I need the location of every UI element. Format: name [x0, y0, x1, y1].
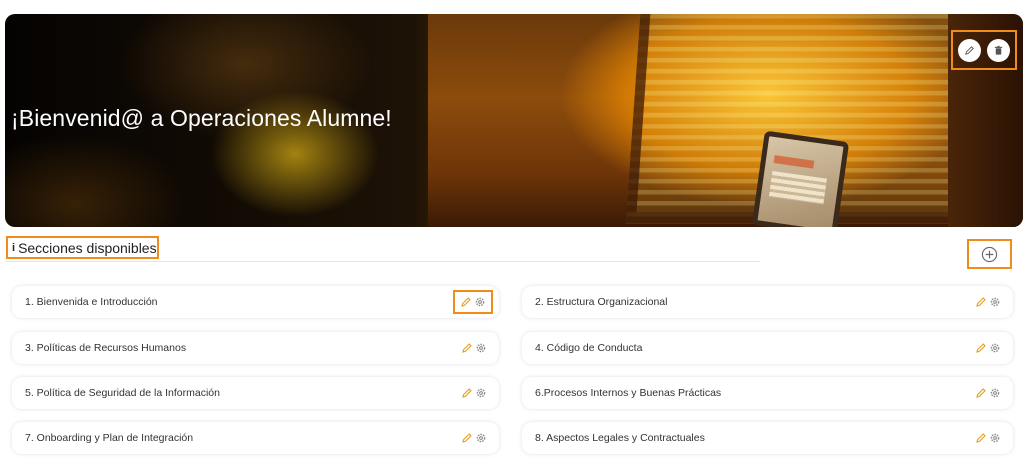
gear-icon[interactable] — [475, 342, 487, 354]
pencil-icon[interactable] — [461, 387, 473, 399]
plus-circle-icon — [981, 246, 998, 262]
section-card-1[interactable]: 1. Bienvenida e Introducción — [12, 286, 499, 318]
section-card-actions — [975, 296, 1001, 308]
section-card-actions — [461, 432, 487, 444]
section-card-label: 2. Estructura Organizacional — [535, 296, 668, 308]
section-card-label: 5. Política de Seguridad de la Informaci… — [25, 387, 220, 399]
add-section-button[interactable] — [967, 239, 1012, 269]
section-card-actions — [461, 342, 487, 354]
section-card-8[interactable]: 8. Aspectos Legales y Contractuales — [522, 422, 1013, 454]
sections-header: i Secciones disponibles — [6, 236, 159, 259]
gear-icon[interactable] — [475, 432, 487, 444]
edit-banner-button[interactable] — [958, 38, 981, 62]
pencil-icon[interactable] — [975, 387, 987, 399]
section-card-3[interactable]: 3. Políticas de Recursos Humanos — [12, 332, 499, 364]
pencil-icon[interactable] — [460, 296, 472, 308]
hero-image-right — [428, 14, 1023, 227]
hero-laptop-image — [751, 130, 850, 227]
gear-icon[interactable] — [989, 342, 1001, 354]
gear-icon[interactable] — [475, 387, 487, 399]
gear-icon[interactable] — [989, 432, 1001, 444]
hero-banner: ¡Bienvenid@ a Operaciones Alumne! — [5, 14, 1023, 227]
hero-title: ¡Bienvenid@ a Operaciones Alumne! — [11, 105, 392, 131]
pencil-icon[interactable] — [975, 432, 987, 444]
delete-banner-button[interactable] — [987, 38, 1010, 62]
section-card-label: 8. Aspectos Legales y Contractuales — [535, 432, 705, 444]
info-icon: i — [12, 241, 16, 254]
section-card-6[interactable]: 6.Procesos Internos y Buenas Prácticas — [522, 377, 1013, 409]
section-card-5[interactable]: 5. Política de Seguridad de la Informaci… — [12, 377, 499, 409]
trash-icon — [994, 45, 1003, 55]
pencil-icon[interactable] — [461, 432, 473, 444]
section-card-label: 1. Bienvenida e Introducción — [25, 296, 158, 308]
gear-icon[interactable] — [989, 387, 1001, 399]
pencil-icon[interactable] — [975, 296, 987, 308]
section-card-actions — [461, 387, 487, 399]
hero-actions-highlight — [951, 30, 1017, 70]
section-card-label: 3. Políticas de Recursos Humanos — [25, 342, 187, 354]
section-card-actions — [975, 432, 1001, 444]
section-card-actions — [975, 342, 1001, 354]
pencil-icon[interactable] — [975, 342, 987, 354]
sections-title: Secciones disponibles — [18, 239, 157, 256]
section-card-actions — [975, 387, 1001, 399]
sections-divider — [6, 261, 760, 262]
section-card-2[interactable]: 2. Estructura Organizacional — [522, 286, 1013, 318]
section-card-4[interactable]: 4. Código de Conducta — [522, 332, 1013, 364]
section-card-7[interactable]: 7. Onboarding y Plan de Integración — [12, 422, 499, 454]
gear-icon[interactable] — [989, 296, 1001, 308]
section-card-actions-highlight — [453, 290, 493, 314]
gear-icon[interactable] — [474, 296, 486, 308]
pencil-icon — [965, 45, 974, 55]
pencil-icon[interactable] — [461, 342, 473, 354]
section-card-label: 7. Onboarding y Plan de Integración — [25, 432, 194, 444]
section-card-label: 6.Procesos Internos y Buenas Prácticas — [535, 387, 722, 399]
section-card-label: 4. Código de Conducta — [535, 342, 643, 354]
